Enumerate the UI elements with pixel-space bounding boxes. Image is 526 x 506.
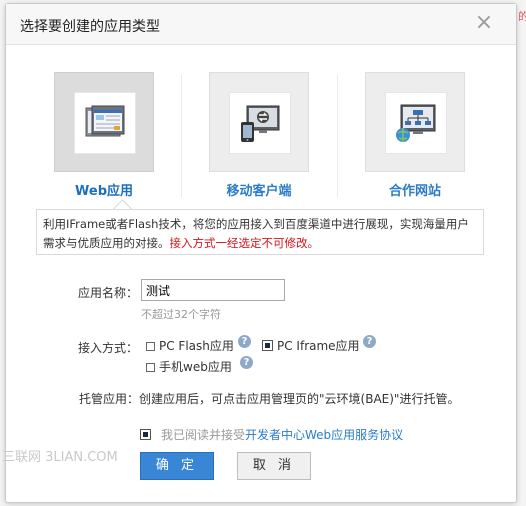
type-web-app-box: [54, 72, 154, 172]
type-description-warning: 接入方式一经选定不可修改。: [169, 236, 320, 250]
type-mobile-client-box: [209, 72, 309, 172]
type-partner-site-box: [365, 72, 465, 172]
hosting-info: 托管应用：创建应用后，可点击应用管理页的"云环境(BAE)"进行托管。: [79, 390, 459, 407]
close-icon[interactable]: ×: [474, 12, 494, 34]
type-web-app-label: Web应用: [75, 184, 133, 199]
pc-iframe-label: PC Iframe应用: [277, 339, 360, 353]
pc-iframe-selected-indicator[interactable]: [262, 340, 273, 351]
pc-flash-checkbox[interactable]: [146, 342, 155, 351]
app-name-label: 应用名称：: [77, 286, 138, 300]
background-text-fragment: 的: [518, 10, 526, 23]
divider: [337, 74, 338, 198]
agreement-text: 我已阅读并接受: [161, 428, 246, 442]
mobile-client-icon: [229, 92, 291, 154]
type-partner-site-label: 合作网站: [388, 184, 441, 199]
cancel-button[interactable]: 取 消: [237, 452, 311, 480]
type-mobile-client-label: 移动客户端: [226, 184, 292, 199]
option-pc-iframe[interactable]: PC Iframe应用: [262, 337, 360, 354]
help-icon[interactable]: ?: [238, 335, 251, 348]
app-name-hint: 不超过32个字符: [141, 308, 221, 321]
type-description: 利用IFrame或者Flash技术，将您的应用接入到百度渠道中进行展现，实现海量…: [36, 209, 484, 255]
agreement-row: 我已阅读并接受开发者中心Web应用服务协议: [140, 426, 403, 443]
type-partner-site[interactable]: 合作网站: [365, 72, 465, 205]
option-mobile-web[interactable]: 手机web应用: [146, 358, 232, 375]
option-pc-flash[interactable]: PC Flash应用: [146, 337, 234, 354]
pc-flash-label: PC Flash应用: [159, 339, 234, 353]
mobile-web-checkbox[interactable]: [146, 363, 155, 372]
dialog-title: 选择要创建的应用类型: [20, 19, 160, 35]
mobile-web-label: 手机web应用: [159, 360, 232, 374]
app-name-input[interactable]: [141, 279, 285, 301]
create-app-dialog: 选择要创建的应用类型 × Web应用 移动客户端 合作网站 利用IFrame或者…: [5, 3, 517, 503]
watermark: 三联网 3LIAN.COM: [2, 450, 118, 465]
help-icon[interactable]: ?: [240, 356, 253, 369]
type-web-app[interactable]: Web应用: [54, 72, 154, 205]
help-icon[interactable]: ?: [363, 335, 376, 348]
hosting-text: 创建应用后，可点击应用管理页的"云环境(BAE)"进行托管。: [139, 392, 460, 406]
partner-site-icon: [385, 92, 447, 154]
confirm-button[interactable]: 确 定: [140, 452, 214, 480]
agreement-checkbox[interactable]: [140, 429, 151, 440]
hosting-label: 托管应用：: [79, 392, 140, 406]
agreement-link[interactable]: 开发者中心Web应用服务协议: [245, 428, 403, 442]
web-app-icon: [74, 92, 136, 154]
access-method-label: 接入方式：: [77, 341, 138, 355]
divider: [181, 74, 182, 198]
dialog-titlebar: 选择要创建的应用类型 ×: [6, 4, 516, 45]
type-mobile-client[interactable]: 移动客户端: [209, 72, 309, 205]
